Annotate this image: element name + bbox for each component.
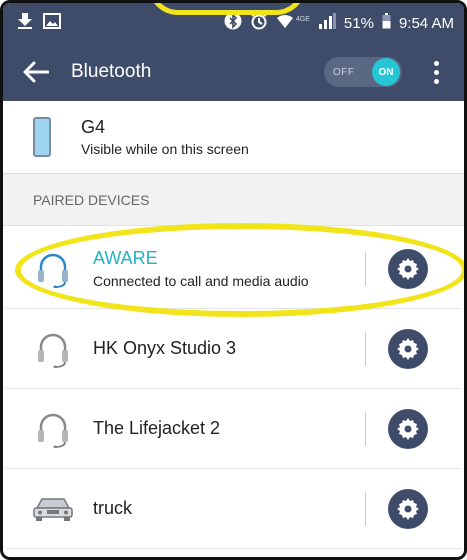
- device-settings-button[interactable]: [388, 248, 428, 289]
- more-options-icon[interactable]: [426, 55, 446, 89]
- screen-frame: 4GE 51% 9:54 AM Bluetooth OFF ON G4 Visi…: [0, 0, 467, 560]
- vertical-divider: [365, 491, 366, 526]
- network-label: 4GE: [295, 15, 310, 23]
- gear-icon: [397, 337, 419, 360]
- paired-device-item[interactable]: The Lifejacket 2: [6, 389, 461, 469]
- device-settings-button[interactable]: [388, 328, 428, 369]
- alarm-icon: [250, 12, 268, 34]
- image-icon: [43, 12, 61, 34]
- status-left-icons: [17, 12, 61, 35]
- status-right-icons: 4GE 51% 9:54 AM: [224, 12, 454, 34]
- bluetooth-toggle[interactable]: OFF ON: [324, 57, 402, 87]
- device-name: HK Onyx Studio 3: [93, 338, 237, 358]
- device-status: Connected to call and media audio: [93, 273, 309, 289]
- device-settings-button[interactable]: [388, 408, 428, 449]
- device-name: AWARE: [93, 248, 158, 268]
- toggle-off-label: OFF: [333, 66, 355, 78]
- paired-devices-header: PAIRED DEVICES: [3, 174, 464, 226]
- vertical-divider: [365, 331, 366, 366]
- device-name: truck: [93, 498, 133, 518]
- car-icon: [33, 489, 73, 529]
- this-device-row: G4 Visible while on this screen: [3, 101, 464, 174]
- headset-icon: [33, 409, 73, 449]
- toggle-on-knob: ON: [372, 58, 400, 86]
- vertical-divider: [365, 411, 366, 446]
- back-arrow-icon: [23, 61, 49, 83]
- back-button[interactable]: [23, 55, 57, 89]
- status-bar: 4GE 51% 9:54 AM: [3, 3, 464, 43]
- page-title: Bluetooth: [71, 61, 152, 82]
- signal-icon: [318, 13, 336, 33]
- this-device-subtitle: Visible while on this screen: [81, 141, 249, 157]
- battery-icon: [382, 13, 391, 33]
- device-name: The Lifejacket 2: [93, 418, 221, 438]
- battery-percent: 51%: [343, 14, 374, 32]
- gear-icon: [397, 497, 419, 520]
- bluetooth-icon: [224, 12, 242, 34]
- download-icon: [17, 12, 33, 35]
- app-bar: Bluetooth OFF ON: [3, 43, 464, 101]
- highlight-arc-top: [148, 3, 306, 15]
- this-device-name: G4: [81, 117, 106, 137]
- gear-icon: [397, 417, 419, 440]
- paired-device-item[interactable]: truck: [6, 469, 461, 549]
- paired-device-item[interactable]: AWARE Connected to call and media audio: [6, 229, 461, 309]
- headset-icon: [33, 249, 73, 289]
- device-settings-button[interactable]: [388, 488, 428, 529]
- headset-icon: [33, 329, 73, 369]
- phone-icon: [33, 117, 51, 157]
- paired-device-item[interactable]: HK Onyx Studio 3: [6, 309, 461, 389]
- gear-icon: [397, 257, 419, 280]
- wifi-icon: [276, 13, 294, 33]
- clock: 9:54 AM: [398, 14, 454, 32]
- vertical-divider: [365, 251, 366, 286]
